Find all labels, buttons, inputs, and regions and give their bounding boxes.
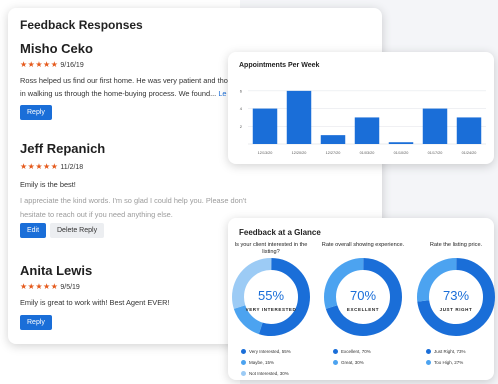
legend-dot-icon bbox=[426, 349, 431, 355]
x-tick-label: 01/24/20 bbox=[462, 151, 477, 155]
review-date: 11/2/18 bbox=[60, 164, 84, 171]
review-date: 9/5/19 bbox=[60, 284, 80, 291]
review-text: Ross helped us find our first home. He w… bbox=[20, 76, 228, 98]
bar bbox=[456, 117, 482, 144]
x-tick-label: 12/13/20 bbox=[258, 151, 273, 155]
edit-reply-button[interactable]: Edit bbox=[20, 223, 47, 238]
legend-dot-icon bbox=[241, 360, 246, 366]
feedback-at-a-glance-card: Feedback at a Glance Is your client inte… bbox=[228, 218, 495, 380]
legend-item: Not Interested, 30% bbox=[241, 371, 289, 377]
reviewer-name: Anita Lewis bbox=[20, 263, 93, 278]
donut-label: JUST RIGHT bbox=[439, 307, 473, 312]
bar bbox=[422, 108, 448, 144]
bar bbox=[320, 135, 346, 144]
rating-stars: ★★★★★ 9/16/19 bbox=[20, 60, 84, 69]
reply-button[interactable]: Reply bbox=[20, 105, 52, 120]
y-tick-label: 6 bbox=[240, 88, 243, 93]
feedback-responses-title: Feedback Responses bbox=[20, 18, 143, 32]
bar bbox=[354, 117, 380, 144]
glance-question: Rate overall showing experience. bbox=[321, 242, 405, 248]
delete-reply-button[interactable]: Delete Reply bbox=[50, 223, 105, 238]
legend-item: Very Interested, 55% bbox=[241, 349, 291, 355]
rating-stars: ★★★★★ 11/2/18 bbox=[20, 162, 84, 171]
bar bbox=[388, 142, 414, 144]
legend-item: Just Right, 73% bbox=[426, 349, 466, 355]
rating-stars: ★★★★★ 9/5/19 bbox=[20, 282, 80, 291]
legend-item: Maybe, 15% bbox=[241, 360, 274, 366]
donut-percent: 55% bbox=[257, 288, 285, 303]
x-tick-label: 01/03/20 bbox=[360, 151, 375, 155]
reviewer-name: Misho Ceko bbox=[20, 41, 93, 56]
legend-item: Too High, 27% bbox=[426, 360, 463, 366]
donut-percent: 73% bbox=[442, 288, 470, 303]
glance-question: Is your client interested in the listing… bbox=[234, 242, 308, 255]
donut-label: EXCELLENT bbox=[346, 307, 380, 312]
glance-question: Rate the listing price. bbox=[429, 242, 483, 248]
legend-dot-icon bbox=[333, 360, 338, 366]
legend-dot-icon bbox=[241, 371, 246, 377]
review-text: Emily is great to work with! Best Agent … bbox=[20, 298, 170, 307]
bar bbox=[252, 108, 278, 144]
x-tick-label: 01/17/20 bbox=[428, 151, 443, 155]
donut-percent: 70% bbox=[349, 288, 377, 303]
legend-dot-icon bbox=[333, 349, 338, 355]
y-tick-label: 2 bbox=[240, 124, 243, 129]
legend-dot-icon bbox=[426, 360, 431, 366]
read-more-link[interactable]: Le bbox=[218, 89, 226, 98]
reviewer-name: Jeff Repanich bbox=[20, 141, 106, 156]
review-text: Emily is the best! bbox=[20, 180, 76, 189]
donut-label: VERY INTERESTED bbox=[245, 307, 297, 312]
x-tick-label: 01/10/20 bbox=[394, 151, 409, 155]
appointments-bar-chart: 2 4 6 12/13/20 12/20/20 12/27/20 01/03/20 01/10… bbox=[240, 88, 486, 155]
legend-dot-icon bbox=[241, 349, 246, 355]
glance-title: Feedback at a Glance bbox=[239, 228, 321, 237]
bar bbox=[286, 90, 312, 144]
agent-reply-text: I appreciate the kind words. I'm so glad… bbox=[20, 196, 247, 219]
review-date: 9/16/19 bbox=[60, 62, 84, 69]
appointments-chart-card: Appointments Per Week 2 4 6 12/13/20 12/20/2… bbox=[228, 52, 494, 164]
reply-button[interactable]: Reply bbox=[20, 315, 52, 330]
x-tick-label: 12/27/20 bbox=[326, 151, 341, 155]
legend-item: Great, 30% bbox=[333, 360, 364, 366]
legend-item: Excellent, 70% bbox=[333, 349, 371, 355]
x-tick-label: 12/20/20 bbox=[292, 151, 307, 155]
y-tick-label: 4 bbox=[240, 106, 243, 111]
